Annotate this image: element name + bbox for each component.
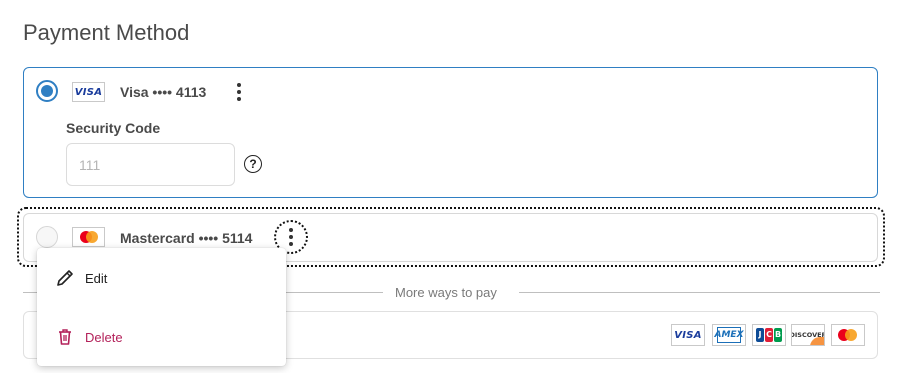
mastercard-logo <box>72 227 105 247</box>
more-ways-to-pay-label: More ways to pay <box>395 285 497 300</box>
visa-radio[interactable] <box>36 80 58 102</box>
menu-delete-label: Delete <box>85 329 123 345</box>
help-icon[interactable]: ? <box>244 155 262 173</box>
discover-brand-icon: DISCOVER <box>791 324 825 346</box>
mastercard-radio[interactable] <box>36 226 58 248</box>
amex-brand-icon: AMEX <box>712 324 746 346</box>
visa-logo: VISA <box>72 82 105 102</box>
visa-brand-icon: VISA <box>671 324 705 346</box>
jcb-brand-icon: J C B <box>752 324 786 346</box>
card-options-menu: Edit Delete <box>37 248 286 366</box>
menu-delete-item[interactable]: Delete <box>37 317 286 357</box>
menu-edit-item[interactable]: Edit <box>37 258 286 298</box>
visa-card-label: Visa •••• 4113 <box>120 84 207 100</box>
trash-icon <box>59 329 71 345</box>
security-code-input[interactable] <box>66 143 235 186</box>
security-code-label: Security Code <box>66 120 161 136</box>
mastercard-card-label: Mastercard •••• 5114 <box>120 230 253 246</box>
visa-more-options-icon[interactable] <box>227 80 251 104</box>
mastercard-brand-icon <box>831 324 865 346</box>
menu-edit-label: Edit <box>85 270 108 286</box>
pencil-icon <box>57 270 73 286</box>
page-title: Payment Method <box>23 20 190 45</box>
divider-right <box>519 292 880 293</box>
